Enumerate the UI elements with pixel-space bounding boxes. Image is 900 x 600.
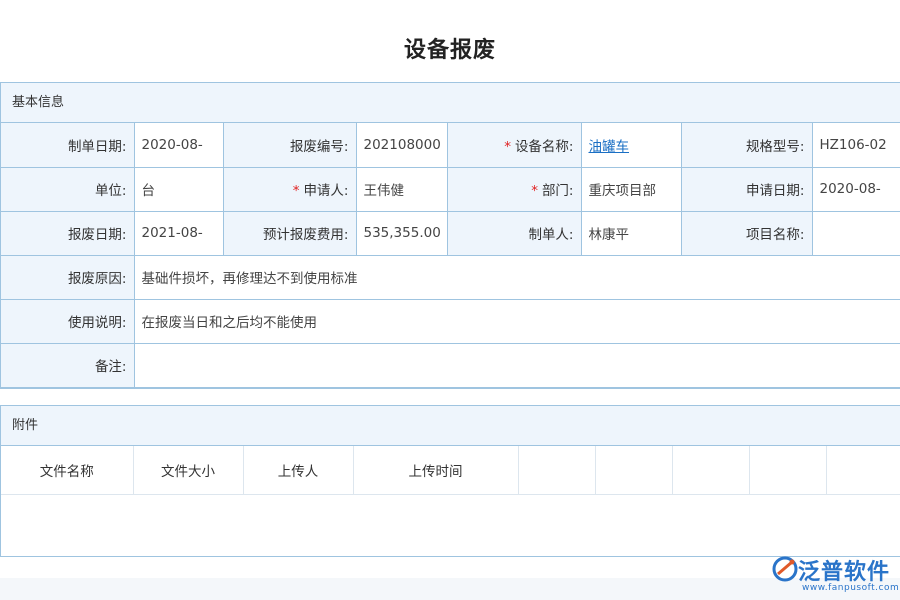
required-mark: * — [292, 183, 300, 199]
field-remark[interactable] — [133, 342, 900, 388]
brand-logo-icon — [772, 556, 798, 582]
col-extra-4 — [749, 446, 827, 495]
label-unit: 单位: — [1, 166, 135, 212]
field-apply-date[interactable]: 2020-08- — [811, 166, 900, 212]
label-spec-model: 规格型号: — [680, 123, 813, 168]
field-department[interactable]: 重庆项目部 — [580, 166, 682, 212]
attachments-header: 附件 — [1, 406, 900, 446]
label-usage-note: 使用说明: — [1, 298, 135, 344]
form-row-1: 制单日期: 2020-08- 报废编号: 202108000 * 设备名称: 油罐… — [1, 123, 900, 168]
col-uploader[interactable]: 上传人 — [243, 446, 354, 495]
form-row-2: 单位: 台 * 申请人: 王伟健 * 部门: 重庆项目部 申请日期: 2020-08… — [1, 166, 900, 212]
basic-info-form: 制单日期: 2020-08- 报废编号: 202108000 * 设备名称: 油罐… — [1, 123, 900, 388]
label-created-date: 制单日期: — [1, 123, 135, 168]
field-applicant[interactable]: 王伟健 — [355, 166, 448, 212]
equipment-name-link[interactable]: 油罐车 — [589, 139, 630, 155]
field-spec-model[interactable]: HZ106-02 — [811, 123, 900, 168]
col-upload-time[interactable]: 上传时间 — [353, 446, 519, 495]
form-row-usage: 使用说明: 在报废当日和之后均不能使用 — [1, 298, 900, 344]
attachments-panel: 附件 文件名称 文件大小 上传人 上传时间 — [0, 405, 900, 557]
col-extra-3 — [672, 446, 750, 495]
field-estimated-cost[interactable]: 535,355.00 — [355, 210, 448, 256]
col-extra-5 — [826, 446, 900, 495]
col-extra-2 — [595, 446, 673, 495]
attachments-empty-area — [1, 495, 900, 555]
attachments-table: 文件名称 文件大小 上传人 上传时间 — [1, 446, 900, 495]
label-applicant: * 申请人: — [222, 166, 357, 212]
form-row-remark: 备注: — [1, 342, 900, 388]
col-extra-1 — [518, 446, 596, 495]
col-file-size[interactable]: 文件大小 — [133, 446, 244, 495]
label-remark: 备注: — [1, 342, 135, 388]
label-scrap-reason: 报废原因: — [1, 254, 135, 300]
required-mark: * — [531, 183, 538, 199]
field-scrap-reason[interactable]: 基础件损坏，再修理达不到使用标准 — [133, 254, 900, 300]
label-creator: 制单人: — [446, 210, 582, 256]
brand-logo: 泛普软件 www.fanpusoft.com — [768, 552, 900, 598]
label-estimated-cost: 预计报废费用: — [222, 210, 357, 256]
field-unit[interactable]: 台 — [133, 166, 224, 212]
basic-info-panel: 基本信息 制单日期: 2020-08- 报废编号: 202108000 * 设备名… — [0, 82, 900, 389]
basic-info-header: 基本信息 — [1, 83, 900, 123]
brand-logo-url: www.fanpusoft.com — [802, 583, 900, 593]
field-scrap-number[interactable]: 202108000 — [355, 123, 448, 168]
label-equipment-name: * 设备名称: — [446, 123, 582, 168]
field-usage-note[interactable]: 在报废当日和之后均不能使用 — [133, 298, 900, 344]
field-creator[interactable]: 林康平 — [580, 210, 682, 256]
brand-logo-text: 泛普软件 — [798, 560, 891, 585]
attachments-header-row: 文件名称 文件大小 上传人 上传时间 — [1, 446, 900, 495]
label-project-name: 项目名称: — [680, 210, 813, 256]
label-scrap-number: 报废编号: — [222, 123, 357, 168]
bottom-strip — [0, 578, 900, 600]
required-mark: * — [504, 138, 511, 155]
field-created-date[interactable]: 2020-08- — [133, 123, 224, 168]
label-department: * 部门: — [446, 166, 582, 212]
form-row-3: 报废日期: 2021-08- 预计报废费用: 535,355.00 制单人: 林… — [1, 210, 900, 256]
field-equipment-name[interactable]: 油罐车 — [580, 123, 682, 168]
label-scrap-date: 报废日期: — [1, 210, 135, 256]
form-row-reason: 报废原因: 基础件损坏，再修理达不到使用标准 — [1, 254, 900, 300]
field-scrap-date[interactable]: 2021-08- — [133, 210, 224, 256]
label-apply-date: 申请日期: — [680, 166, 813, 212]
field-project-name[interactable] — [811, 210, 900, 256]
col-file-name[interactable]: 文件名称 — [1, 446, 134, 495]
page-title: 设备报废 — [403, 38, 496, 63]
